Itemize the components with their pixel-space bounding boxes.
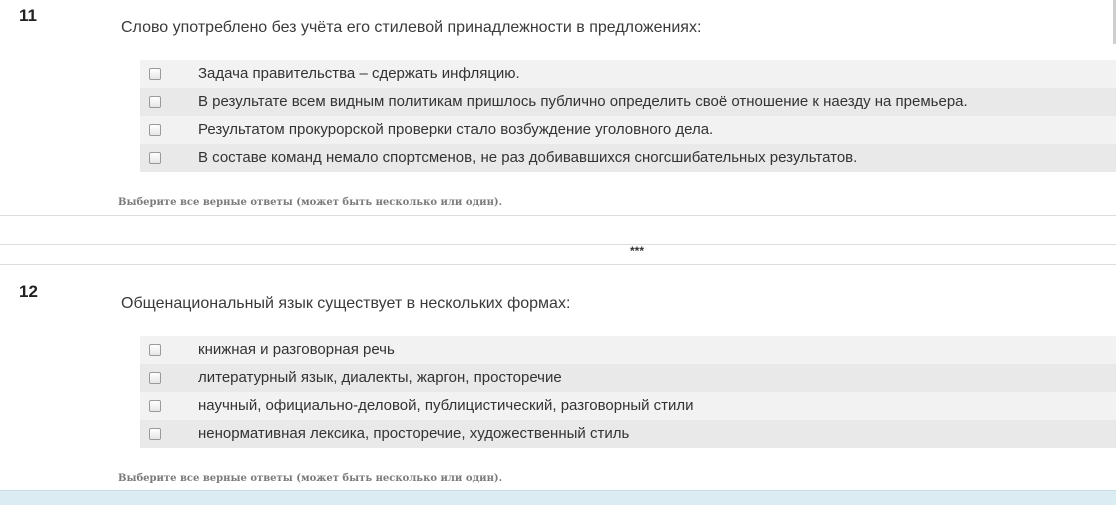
answer-option[interactable]: научный, официально-деловой, публицистич… [140,392,1116,420]
checkbox[interactable] [149,400,161,412]
bottom-panel [0,490,1116,505]
answer-label: литературный язык, диалекты, жаргон, про… [198,369,562,386]
answer-option[interactable]: В составе команд немало спортсменов, не … [140,144,1116,172]
answer-options: книжная и разговорная речь литературный … [140,336,1116,448]
answer-label: Результатом прокурорской проверки стало … [198,121,714,138]
question-number: 11 [19,6,37,25]
answer-option[interactable]: книжная и разговорная речь [140,336,1116,364]
question-text: Слово употреблено без учёта его стилевой… [121,19,702,36]
answer-label: В результате всем видным политикам пришл… [198,93,968,110]
answer-option[interactable]: В результате всем видным политикам пришл… [140,88,1116,116]
answer-hint: Выберите все верные ответы (может быть н… [118,473,503,484]
question-number: 12 [19,282,38,301]
answer-option[interactable]: литературный язык, диалекты, жаргон, про… [140,364,1116,392]
answer-option[interactable]: Задача правительства – сдержать инфляцию… [140,60,1116,88]
checkbox[interactable] [149,152,161,164]
checkbox[interactable] [149,124,161,136]
divider [0,215,1116,216]
checkbox[interactable] [149,68,161,80]
answer-label: В составе команд немало спортсменов, не … [198,149,858,166]
answer-label: Задача правительства – сдержать инфляцию… [198,65,520,82]
checkbox[interactable] [149,96,161,108]
checkbox[interactable] [149,372,161,384]
answer-label: книжная и разговорная речь [198,341,395,358]
checkbox[interactable] [149,344,161,356]
checkbox[interactable] [149,428,161,440]
answer-hint: Выберите все верные ответы (может быть н… [118,197,503,208]
question-text: Общенациональный язык существует в неско… [121,295,571,312]
answer-option[interactable]: Результатом прокурорской проверки стало … [140,116,1116,144]
answer-options: Задача правительства – сдержать инфляцию… [140,60,1116,172]
answer-option[interactable]: ненормативная лексика, просторечие, худо… [140,420,1116,448]
divider [0,244,1116,245]
answer-label: научный, официально-деловой, публицистич… [198,397,694,414]
section-separator: *** [630,244,645,258]
divider [0,264,1116,265]
answer-label: ненормативная лексика, просторечие, худо… [198,425,630,442]
